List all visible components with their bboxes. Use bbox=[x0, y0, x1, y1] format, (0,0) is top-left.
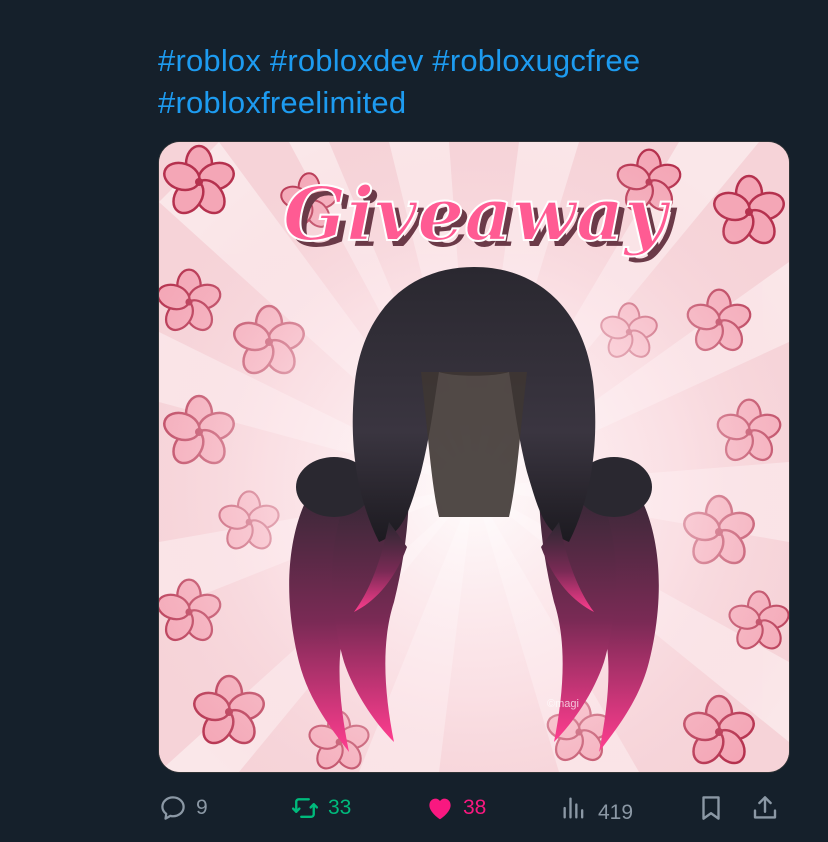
hashtag-robloxugcfree[interactable]: #robloxugcfree bbox=[432, 43, 640, 78]
reply-count: 9 bbox=[196, 796, 208, 819]
views-count: 419 bbox=[598, 801, 634, 824]
views-icon bbox=[563, 797, 584, 819]
heart-icon bbox=[429, 798, 451, 820]
like-button[interactable]: 38 bbox=[425, 786, 486, 830]
artist-watermark: ©magi bbox=[547, 698, 579, 710]
hashtag-roblox[interactable]: #roblox bbox=[158, 43, 261, 78]
tweet-image[interactable]: Giveaway Giveaway ©magi bbox=[158, 141, 790, 773]
giveaway-title: Giveaway bbox=[283, 172, 672, 258]
bookmark-button[interactable] bbox=[696, 786, 726, 830]
share-icon bbox=[753, 796, 777, 819]
tweet-text: #roblox #robloxdev #robloxugcfree #roblo… bbox=[158, 40, 798, 124]
share-button[interactable] bbox=[750, 786, 780, 830]
retweet-count: 33 bbox=[328, 796, 352, 819]
tweet: #roblox #robloxdev #robloxugcfree #roblo… bbox=[0, 0, 828, 842]
like-count: 38 bbox=[463, 796, 487, 819]
bookmark-icon bbox=[702, 796, 720, 820]
reply-button[interactable]: 9 bbox=[158, 786, 208, 830]
retweet-button[interactable]: 33 bbox=[290, 786, 351, 830]
hashtag-robloxdev[interactable]: #robloxdev bbox=[270, 43, 424, 78]
retweet-icon bbox=[291, 798, 319, 818]
hashtag-robloxfreelimited[interactable]: #robloxfreelimited bbox=[158, 85, 406, 120]
reply-icon bbox=[161, 796, 185, 820]
views-button[interactable]: 419 bbox=[560, 786, 633, 830]
giveaway-artwork: Giveaway Giveaway ©magi bbox=[159, 142, 789, 772]
tweet-actions: 9 33 38 419 bbox=[158, 786, 788, 830]
